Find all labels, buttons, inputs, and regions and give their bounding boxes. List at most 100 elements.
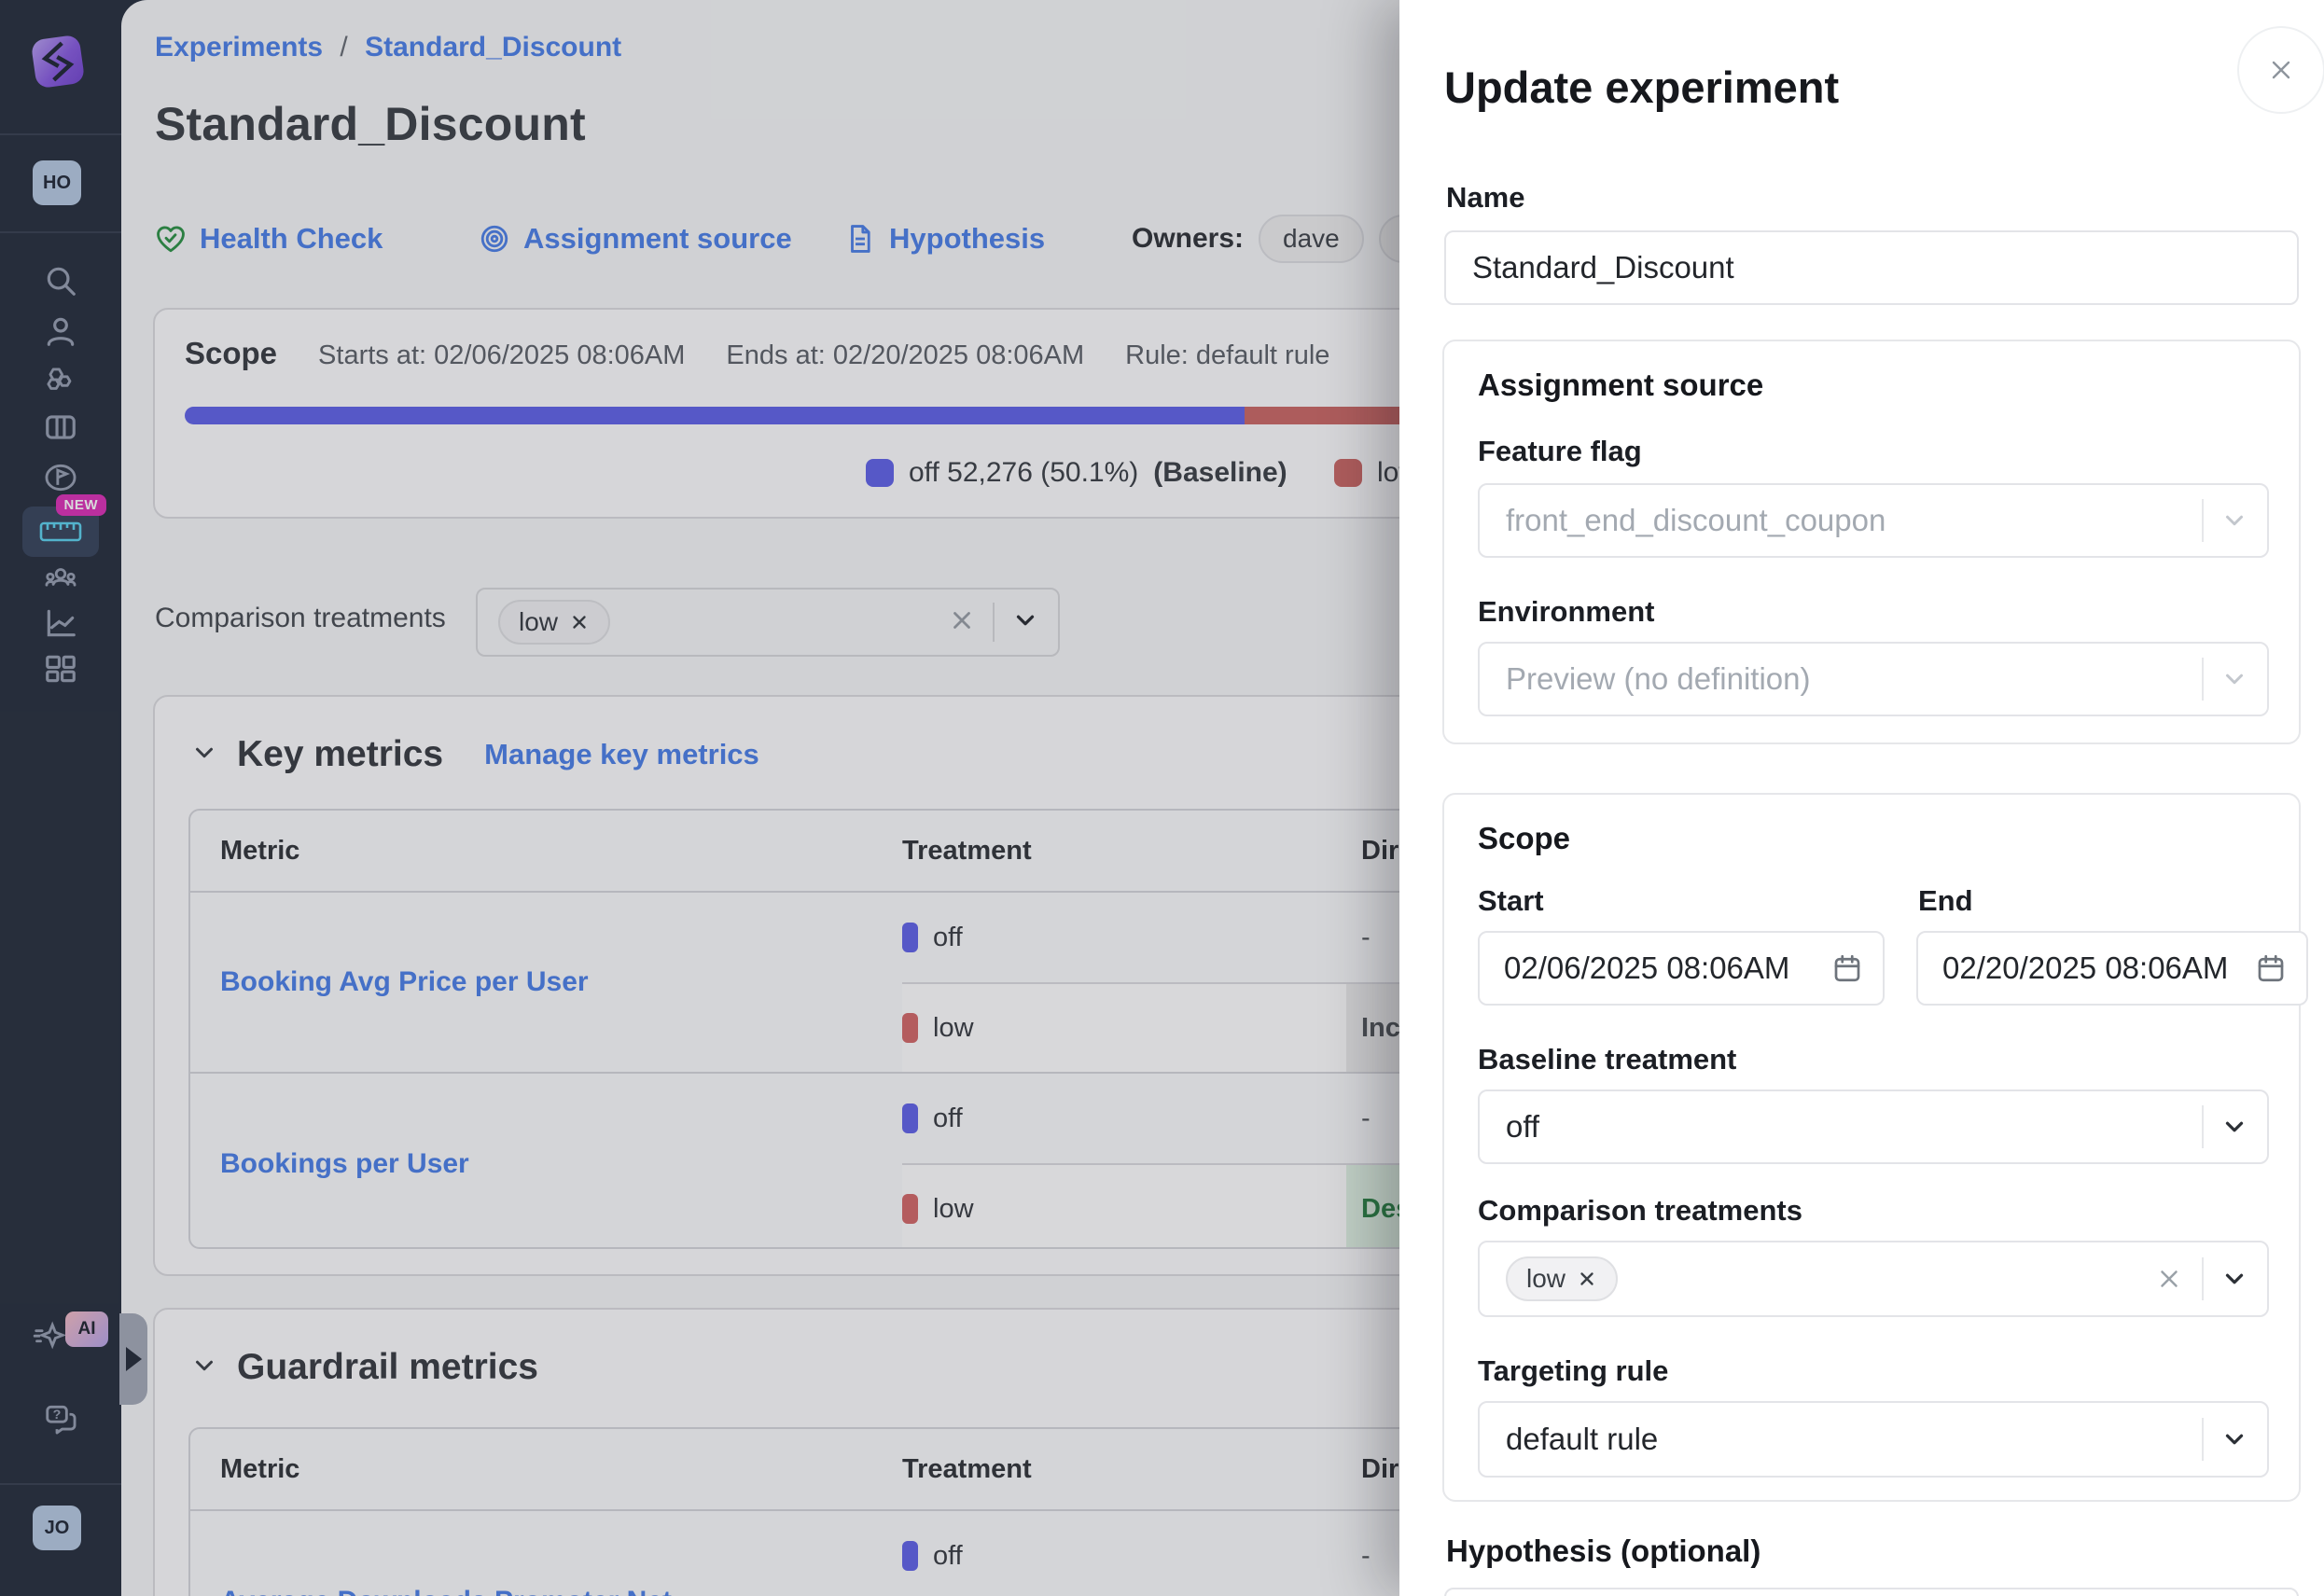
chip-label: low <box>519 607 558 637</box>
collapse-chevron-icon[interactable] <box>190 1352 218 1384</box>
chevron-down-icon[interactable] <box>2220 1113 2248 1141</box>
chip-remove-icon[interactable] <box>1577 1269 1597 1289</box>
baseline-treatment-select[interactable]: off <box>1478 1089 2269 1164</box>
select-divider <box>2202 658 2204 701</box>
scope-title: Scope <box>1478 821 1570 856</box>
baseline-treatment-value: off <box>1506 1109 1539 1145</box>
start-label: Start <box>1478 884 1544 918</box>
breadcrumb: Experiments / Standard_Discount <box>155 32 621 63</box>
people-group-icon[interactable] <box>43 561 78 596</box>
search-icon[interactable] <box>43 263 78 298</box>
comparison-treatments-label: Comparison treatments <box>155 603 446 634</box>
legend-item-off: off 52,276 (50.1%) (Baseline) <box>866 457 1287 489</box>
treatment-chip-low[interactable]: low <box>1506 1256 1618 1301</box>
start-date-input[interactable]: 02/06/2025 08:06AM <box>1478 931 1885 1006</box>
page-title: Standard_Discount <box>155 97 586 151</box>
metric-link[interactable]: Average Downloads Promoter Net <box>220 1586 672 1596</box>
help-chat-icon[interactable]: ? <box>43 1401 78 1436</box>
key-metrics-title: Key metrics <box>237 734 443 775</box>
baseline-treatment-label: Baseline treatment <box>1478 1043 1736 1076</box>
treatment-name: off <box>933 923 963 953</box>
calendar-icon[interactable] <box>1830 951 1864 985</box>
environment-select: Preview (no definition) <box>1478 642 2269 716</box>
user-icon[interactable] <box>43 313 78 349</box>
chip-remove-icon[interactable] <box>569 612 590 632</box>
low-swatch-icon <box>1334 459 1362 487</box>
heart-check-icon <box>155 223 187 255</box>
select-divider <box>2202 499 2204 542</box>
line-chart-icon[interactable] <box>43 605 78 641</box>
end-label: End <box>1918 884 1973 918</box>
allocation-segment-off <box>185 407 1245 424</box>
chevron-down-icon[interactable] <box>2220 1265 2248 1293</box>
clear-selection-icon[interactable] <box>2155 1265 2183 1293</box>
bullseye-icon <box>479 223 510 255</box>
statsig-logo-icon[interactable] <box>31 35 86 90</box>
app-root: HO NEW <box>0 0 2324 1596</box>
treatment-name: off <box>933 1103 963 1134</box>
start-date-value: 02/06/2025 08:06AM <box>1504 951 1789 986</box>
hypothesis-textarea[interactable] <box>1444 1588 2299 1596</box>
off-swatch-icon <box>902 1541 918 1571</box>
clear-selection-icon[interactable] <box>948 606 976 639</box>
svg-text:?: ? <box>53 1408 62 1423</box>
assignment-source-link[interactable]: Assignment source <box>479 211 792 267</box>
metric-link[interactable]: Bookings per User <box>220 1148 469 1180</box>
low-swatch-icon <box>902 1013 918 1043</box>
ai-sparkle-icon[interactable] <box>32 1319 67 1354</box>
hexagons-icon[interactable] <box>43 362 78 397</box>
health-check-link[interactable]: Health Check <box>155 211 383 267</box>
end-date-input[interactable]: 02/20/2025 08:06AM <box>1916 931 2308 1006</box>
comparison-treatments-select[interactable]: low <box>476 588 1060 657</box>
owner-pill[interactable]: dave <box>1259 215 1364 263</box>
chevron-down-icon[interactable] <box>1011 606 1039 639</box>
columns-icon[interactable] <box>43 409 78 445</box>
comparison-treatments-select[interactable]: low <box>1478 1241 2269 1317</box>
select-divider <box>2202 1257 2204 1300</box>
sidebar: HO NEW <box>0 0 121 1596</box>
col-metric: Metric <box>190 836 902 867</box>
collapse-chevron-icon[interactable] <box>190 739 218 771</box>
scope-rule: Rule: default rule <box>1125 340 1329 371</box>
name-input[interactable] <box>1444 230 2299 305</box>
org-avatar[interactable]: HO <box>33 160 81 205</box>
chevron-down-icon[interactable] <box>2220 1425 2248 1453</box>
scope-edit-card: Scope Start End 02/06/2025 08:06AM 02/20… <box>1442 793 2301 1502</box>
ai-badge: AI <box>65 1311 108 1347</box>
feature-flag-value: front_end_discount_coupon <box>1506 503 1886 538</box>
sidebar-divider <box>0 1483 121 1485</box>
hypothesis-link[interactable]: Hypothesis <box>844 211 1045 267</box>
new-badge: NEW <box>56 494 107 516</box>
panel-title: Update experiment <box>1444 62 1839 113</box>
flag-circle-icon[interactable] <box>43 460 78 495</box>
assignment-source-card: Assignment source Feature flag front_end… <box>1442 340 2301 744</box>
hypothesis-label: Hypothesis <box>889 222 1045 256</box>
breadcrumb-current-link[interactable]: Standard_Discount <box>365 32 621 62</box>
calendar-icon[interactable] <box>2254 951 2288 985</box>
col-metric: Metric <box>190 1454 902 1485</box>
arrow-right-icon <box>126 1347 142 1371</box>
sidebar-item-metrics-active[interactable]: NEW <box>22 507 99 557</box>
treatment-chip-low[interactable]: low <box>498 600 610 645</box>
col-treatment: Treatment <box>902 1454 1346 1485</box>
close-button[interactable] <box>2237 26 2324 114</box>
manage-key-metrics-link[interactable]: Manage key metrics <box>484 738 759 771</box>
chevron-down-icon <box>2220 507 2248 534</box>
ruler-icon <box>39 520 82 544</box>
metric-link[interactable]: Booking Avg Price per User <box>220 966 589 998</box>
sidebar-expand-handle[interactable] <box>119 1313 147 1405</box>
user-avatar[interactable]: JO <box>33 1506 81 1550</box>
treatment-name: low <box>933 1013 974 1044</box>
scope-card-title: Scope <box>185 336 277 371</box>
breadcrumb-experiments-link[interactable]: Experiments <box>155 32 323 62</box>
treatment-name: low <box>933 1194 974 1225</box>
targeting-rule-select[interactable]: default rule <box>1478 1401 2269 1478</box>
dashboard-blocks-icon[interactable] <box>43 651 78 687</box>
update-experiment-panel: Update experiment Name Assignment source… <box>1399 0 2324 1596</box>
legend-off-label: off 52,276 (50.1%) <box>909 457 1138 489</box>
end-date-value: 02/20/2025 08:06AM <box>1942 951 2228 986</box>
environment-label: Environment <box>1478 595 1654 629</box>
feature-flag-select: front_end_discount_coupon <box>1478 483 2269 558</box>
off-swatch-icon <box>866 459 894 487</box>
select-divider <box>2202 1105 2204 1148</box>
